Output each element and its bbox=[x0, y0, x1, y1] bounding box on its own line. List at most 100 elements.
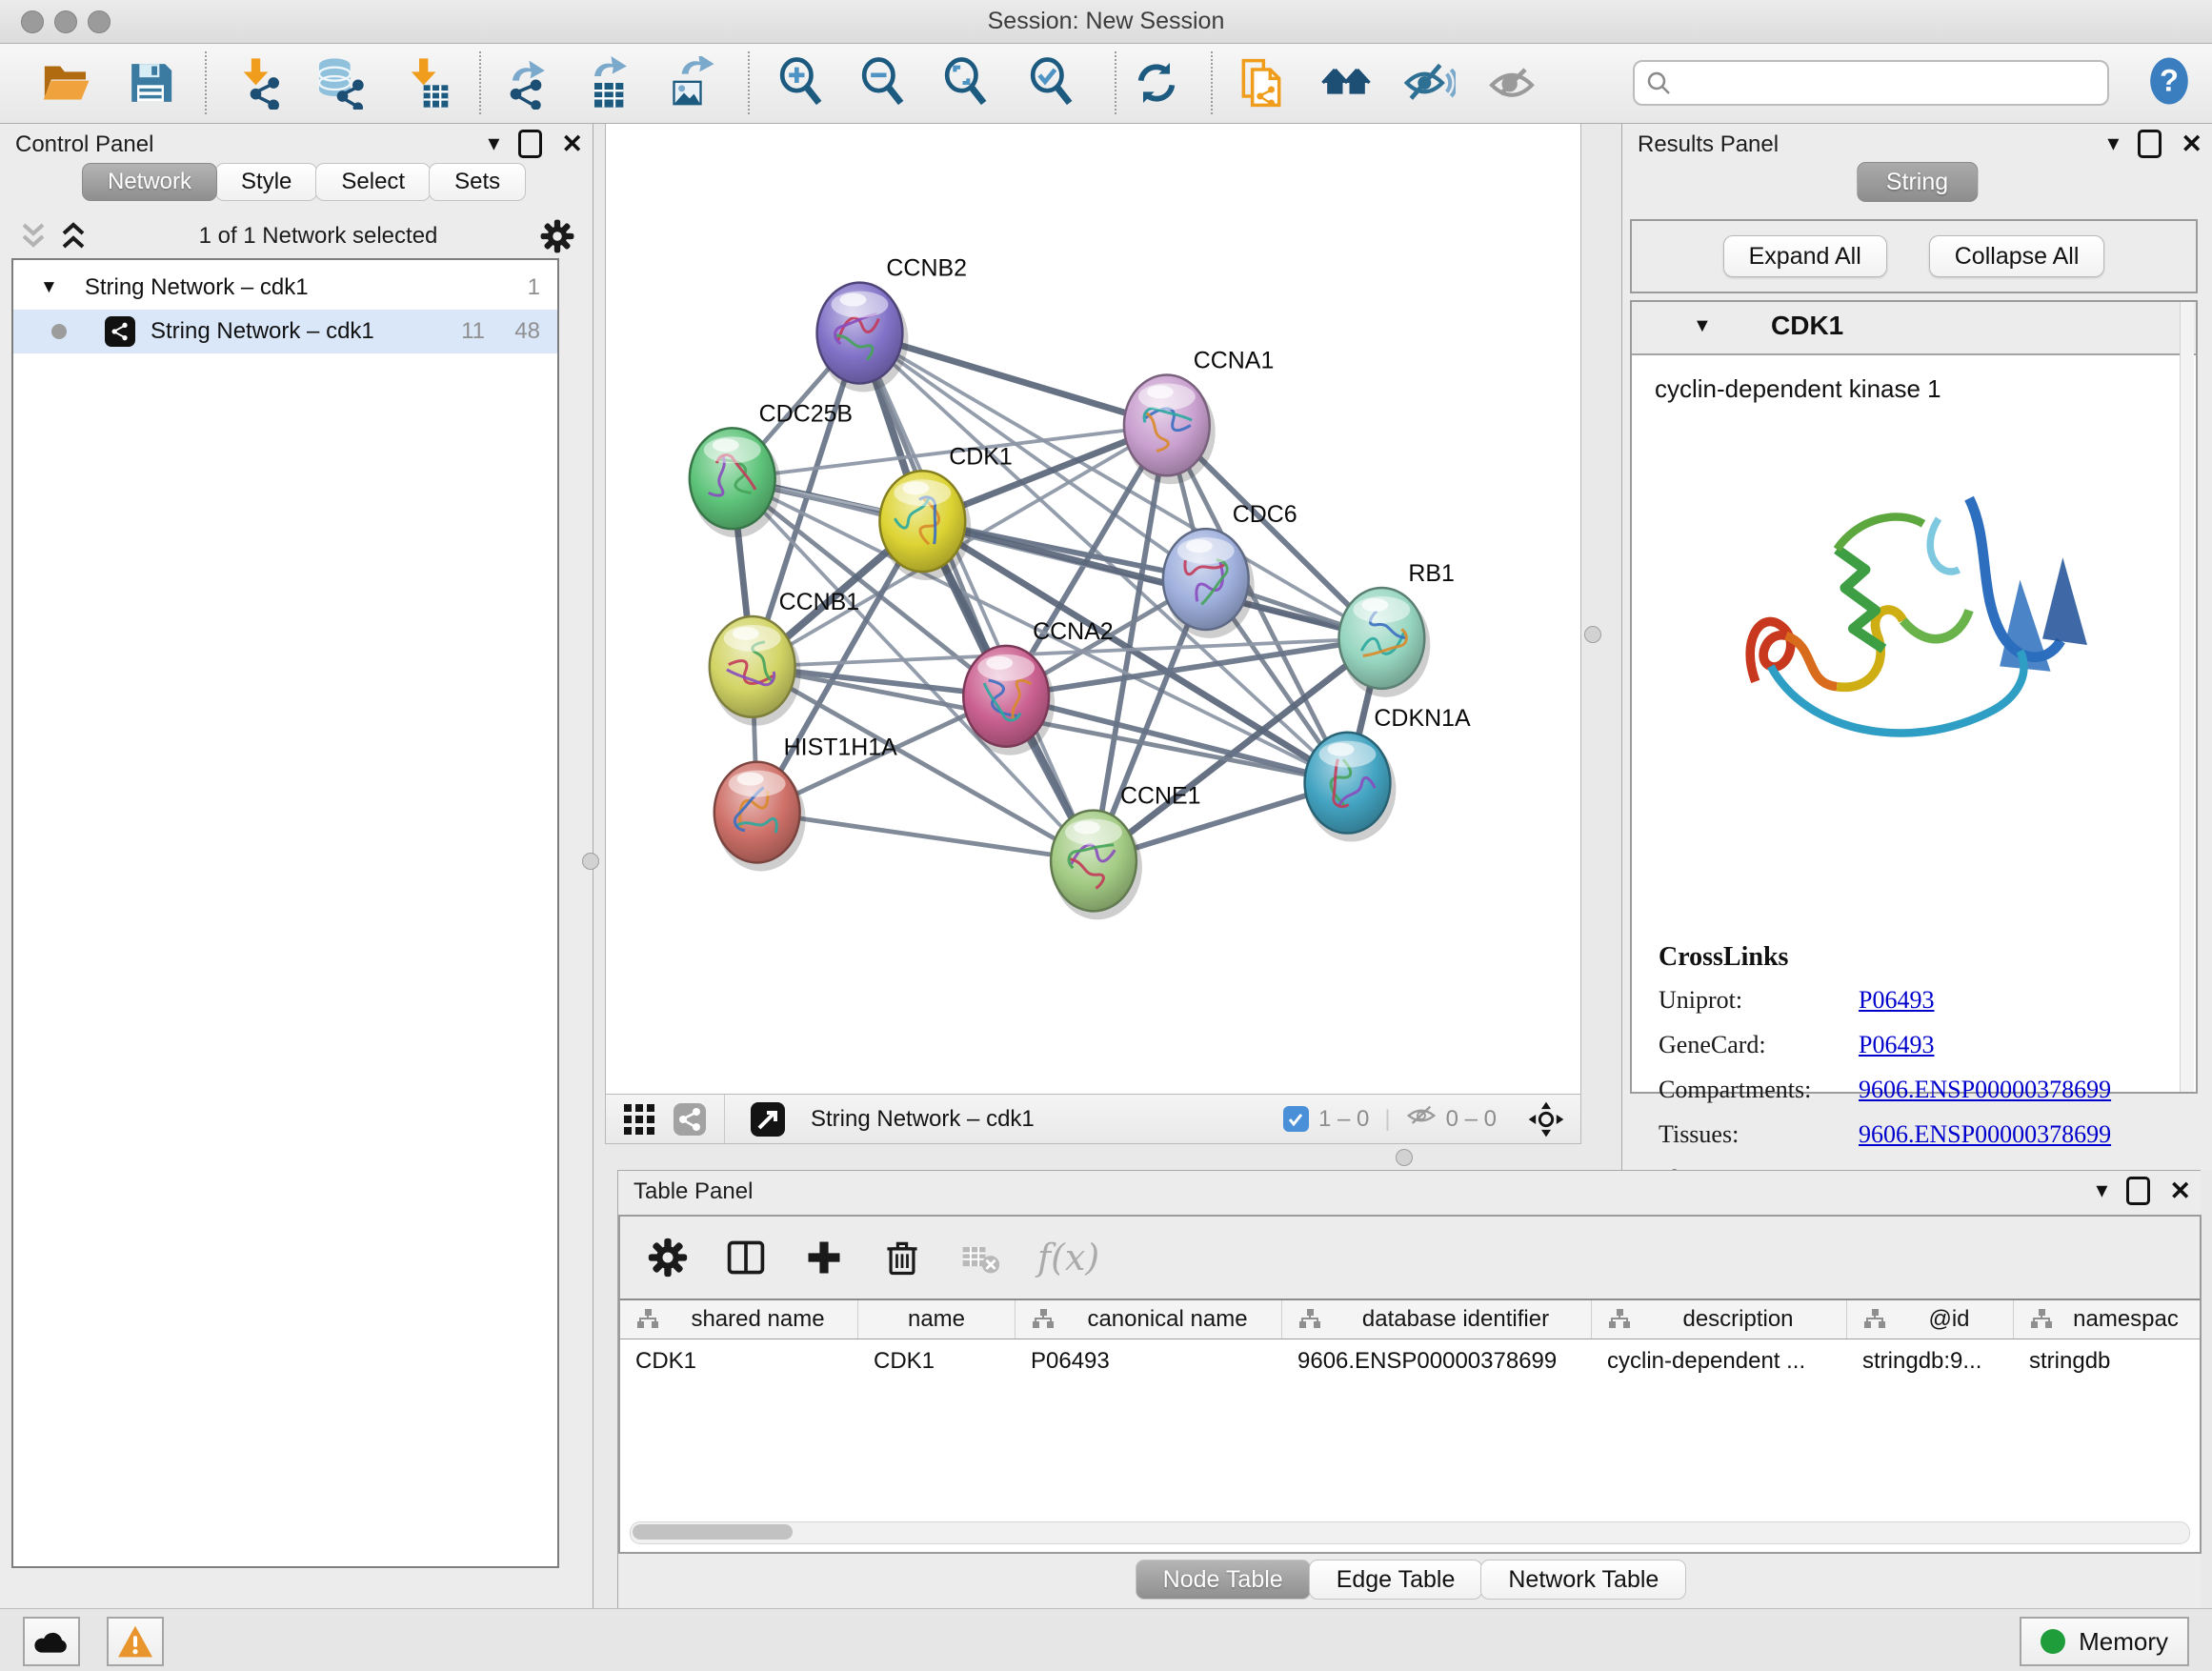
right-splitter-handle[interactable] bbox=[1584, 626, 1601, 643]
compartments-link[interactable]: 9606.ENSP00000378699 bbox=[1859, 1076, 2111, 1104]
panel-close-icon[interactable]: ✕ bbox=[2169, 1178, 2191, 1204]
expand-all-button[interactable]: Expand All bbox=[1723, 235, 1887, 277]
hidden-eye-icon[interactable] bbox=[1406, 1102, 1437, 1136]
share-view-icon[interactable] bbox=[673, 1102, 707, 1137]
import-network-database-button[interactable] bbox=[310, 53, 369, 112]
panel-float-icon[interactable] bbox=[2126, 1177, 2150, 1205]
edge-CCNB2-CCNE1[interactable] bbox=[859, 333, 1094, 861]
column-header-name[interactable]: name bbox=[858, 1300, 1016, 1339]
save-session-button[interactable] bbox=[121, 53, 180, 112]
tree-expand-icon[interactable]: ▼ bbox=[40, 277, 58, 298]
panel-float-icon[interactable] bbox=[518, 130, 542, 158]
node-label-CDC25B: CDC25B bbox=[759, 400, 853, 427]
node-CCNA1[interactable] bbox=[1124, 374, 1216, 484]
panel-collapse-icon[interactable]: ▾ bbox=[2107, 132, 2119, 155]
cloud-button[interactable] bbox=[23, 1617, 80, 1666]
tab-node-table[interactable]: Node Table bbox=[1136, 1560, 1311, 1600]
tab-edge-table[interactable]: Edge Table bbox=[1309, 1560, 1483, 1600]
search-input[interactable] bbox=[1680, 69, 2096, 97]
show-columns-icon[interactable] bbox=[725, 1237, 767, 1278]
panel-collapse-icon[interactable]: ▾ bbox=[2096, 1179, 2107, 1202]
node-CDC25B[interactable] bbox=[690, 428, 781, 537]
help-button[interactable]: ? bbox=[2140, 51, 2199, 111]
uniprot-link[interactable]: P06493 bbox=[1859, 986, 1934, 1015]
network-collection-row[interactable]: ▼ String Network – cdk1 1 bbox=[13, 266, 557, 310]
node-CDKN1A[interactable] bbox=[1305, 733, 1397, 842]
detach-view-icon[interactable] bbox=[750, 1101, 786, 1137]
export-table-button[interactable] bbox=[578, 53, 637, 112]
left-splitter-handle[interactable] bbox=[582, 853, 599, 870]
export-network-button[interactable] bbox=[496, 53, 555, 112]
gear-icon[interactable] bbox=[647, 1237, 689, 1278]
show-graphics-details-button[interactable] bbox=[1399, 53, 1458, 112]
clone-network-button[interactable] bbox=[1232, 53, 1291, 112]
export-image-button[interactable] bbox=[661, 53, 720, 112]
hide-graphics-details-button[interactable] bbox=[1482, 53, 1541, 112]
collapse-all-icon[interactable] bbox=[17, 222, 50, 251]
memory-button[interactable]: Memory bbox=[2020, 1617, 2189, 1666]
node-RB1[interactable] bbox=[1338, 588, 1430, 697]
import-network-file-button[interactable] bbox=[230, 53, 289, 112]
gear-icon[interactable] bbox=[539, 218, 575, 254]
network-overview-button[interactable] bbox=[1317, 53, 1376, 112]
column-header-database-identifier[interactable]: database identifier bbox=[1282, 1300, 1592, 1339]
tab-network[interactable]: Network bbox=[82, 163, 217, 201]
fit-selected-icon[interactable] bbox=[1527, 1100, 1565, 1138]
import-table-file-button[interactable] bbox=[396, 53, 455, 112]
search-field[interactable] bbox=[1633, 60, 2109, 106]
refresh-icon bbox=[1130, 56, 1183, 110]
panel-close-icon[interactable]: ✕ bbox=[2181, 131, 2202, 157]
selected-checkbox[interactable] bbox=[1283, 1106, 1309, 1132]
bottom-splitter-handle[interactable] bbox=[1396, 1149, 1413, 1166]
warnings-button[interactable] bbox=[107, 1617, 164, 1666]
shared-column-icon bbox=[1862, 1308, 1887, 1331]
node-CCNB2[interactable] bbox=[817, 283, 909, 393]
zoom-selected-button[interactable] bbox=[1022, 53, 1081, 112]
column-header-namespac[interactable]: namespac bbox=[2014, 1300, 2200, 1339]
tab-network-table[interactable]: Network Table bbox=[1480, 1560, 1686, 1600]
refresh-button[interactable] bbox=[1127, 53, 1186, 112]
tab-select[interactable]: Select bbox=[315, 163, 431, 201]
tab-style[interactable]: Style bbox=[215, 163, 317, 201]
tab-string[interactable]: String bbox=[1857, 162, 1978, 202]
tissues-link[interactable]: 9606.ENSP00000378699 bbox=[1859, 1120, 2111, 1149]
toolbar-separator bbox=[479, 51, 481, 114]
panel-float-icon[interactable] bbox=[2138, 130, 2162, 158]
column-header-shared-name[interactable]: shared name bbox=[620, 1300, 858, 1339]
zoom-out-button[interactable] bbox=[854, 53, 913, 112]
expand-all-icon[interactable] bbox=[57, 222, 90, 251]
node-details-header[interactable]: ▼ CDK1 bbox=[1632, 302, 2196, 355]
column-header-canonical-name[interactable]: canonical name bbox=[1016, 1300, 1282, 1339]
node-label-CCNB2: CCNB2 bbox=[886, 255, 967, 282]
node-HIST1H1A[interactable] bbox=[714, 762, 806, 872]
edge-CDK1-RB1[interactable] bbox=[922, 521, 1381, 638]
results-scrollbar[interactable] bbox=[2180, 302, 2194, 1092]
panel-close-icon[interactable]: ✕ bbox=[561, 131, 583, 157]
node-CDK1[interactable] bbox=[879, 471, 971, 580]
delete-column-icon[interactable] bbox=[881, 1237, 923, 1278]
column-header--id[interactable]: @id bbox=[1847, 1300, 2014, 1339]
table-toolbar: f(x) bbox=[620, 1217, 2200, 1299]
collapse-all-button[interactable]: Collapse All bbox=[1929, 235, 2105, 277]
zoom-in-button[interactable] bbox=[772, 53, 831, 112]
scrollbar-thumb[interactable] bbox=[633, 1524, 793, 1540]
toolbar-separator bbox=[748, 51, 750, 114]
edge-HIST1H1A-CCNE1[interactable] bbox=[757, 813, 1094, 861]
tab-sets[interactable]: Sets bbox=[429, 163, 526, 201]
genecard-link[interactable]: P06493 bbox=[1859, 1031, 1934, 1059]
network-view[interactable]: CCNB2CCNA1CDC25BCDK1CDC6RB1CCNB1CCNA2CDK… bbox=[605, 124, 1581, 1094]
grid-view-icon[interactable] bbox=[623, 1103, 655, 1136]
node-CCNE1[interactable] bbox=[1051, 811, 1142, 920]
section-expand-icon[interactable]: ▼ bbox=[1693, 315, 1712, 337]
node-CDC6[interactable] bbox=[1163, 529, 1255, 638]
panel-collapse-icon[interactable]: ▾ bbox=[488, 132, 499, 155]
node-description: cyclin-dependent kinase 1 bbox=[1655, 374, 1941, 404]
add-column-icon[interactable] bbox=[803, 1237, 845, 1278]
horizontal-scrollbar[interactable] bbox=[630, 1521, 2190, 1544]
open-session-button[interactable] bbox=[36, 53, 95, 112]
network-row-selected[interactable]: String Network – cdk1 11 48 bbox=[13, 310, 557, 353]
network-graph: CCNB2CCNA1CDC25BCDK1CDC6RB1CCNB1CCNA2CDK… bbox=[606, 124, 1580, 1094]
zoom-fit-button[interactable] bbox=[936, 53, 995, 112]
column-header-description[interactable]: description bbox=[1592, 1300, 1847, 1339]
table-row[interactable]: CDK1CDK1P064939606.ENSP00000378699cyclin… bbox=[620, 1339, 2200, 1383]
